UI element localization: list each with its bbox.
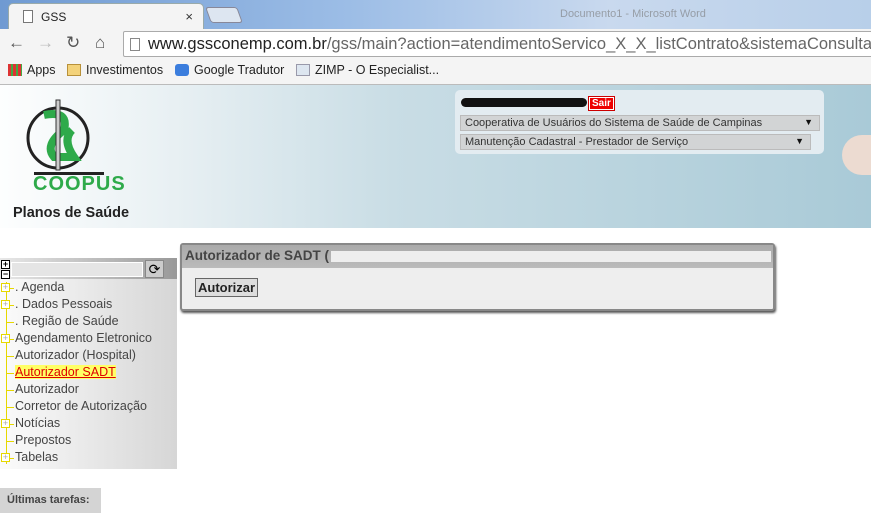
tree-connector bbox=[6, 373, 14, 374]
panel-title: Autorizador de SADT () bbox=[182, 245, 773, 268]
sidebar-item[interactable]: Autorizador bbox=[6, 382, 79, 396]
browser-tab-bar: GSS × Documento1 - Microsoft Word bbox=[0, 0, 871, 29]
browser-tab[interactable]: GSS × bbox=[8, 3, 204, 29]
google-translate-icon bbox=[175, 64, 189, 76]
redacted-username bbox=[461, 98, 587, 107]
address-bar[interactable]: www.gssconemp.com.br/gss/main?action=ate… bbox=[123, 31, 871, 57]
url-path: /gss/main?action=atendimentoServico_X_X_… bbox=[326, 35, 871, 53]
brand-name: COOPUS bbox=[33, 173, 126, 195]
tab-title: GSS bbox=[41, 10, 67, 24]
expand-icon[interactable]: + bbox=[1, 453, 10, 462]
background-window-title: Documento1 - Microsoft Word bbox=[560, 8, 706, 20]
sidebar-menu: + − ⟳ + . Agenda + . Dados Pessoais . Região… bbox=[0, 258, 177, 469]
logout-button[interactable]: Sair bbox=[588, 96, 615, 111]
refresh-icon[interactable]: ⟳ bbox=[145, 260, 164, 278]
cooperativa-value: Cooperativa de Usuários do Sistema de Sa… bbox=[465, 117, 763, 129]
autorizar-button[interactable]: Autorizar bbox=[195, 278, 259, 297]
bookmark-zimp[interactable]: ZIMP - O Especialist... bbox=[296, 63, 439, 77]
tagline: Planos de Saúde bbox=[13, 205, 130, 221]
modulo-select[interactable]: Manutenção Cadastral - Prestador de Serv… bbox=[460, 134, 811, 150]
bookmark-label: Google Tradutor bbox=[194, 63, 285, 77]
folder-icon bbox=[67, 64, 81, 76]
bookmark-label: ZIMP - O Especialist... bbox=[315, 63, 440, 77]
sidebar-item-label: Agendamento Eletronico bbox=[15, 331, 152, 345]
bookmarks-bar: Apps Investimentos Google Tradutor ZIMP … bbox=[0, 59, 871, 85]
tree-connector bbox=[6, 390, 14, 391]
bookmark-label: Investimentos bbox=[86, 63, 164, 77]
sidebar-item-label: Tabelas bbox=[15, 450, 59, 464]
sidebar-item-label: . Região de Saúde bbox=[15, 314, 119, 328]
sidebar-item[interactable]: + Agendamento Eletronico bbox=[1, 331, 152, 345]
bookmark-google-tradutor[interactable]: Google Tradutor bbox=[175, 63, 284, 77]
expand-icon[interactable]: + bbox=[1, 283, 10, 292]
sidebar-item-label: Corretor de Autorização bbox=[15, 399, 148, 413]
dropdown-arrow-icon: ▼ bbox=[795, 136, 804, 146]
close-tab-icon[interactable]: × bbox=[185, 9, 193, 24]
expand-all-icon[interactable]: + bbox=[1, 260, 10, 269]
bookmark-label: Apps bbox=[27, 63, 56, 77]
collapse-all-icon[interactable]: − bbox=[1, 270, 10, 279]
panel-title-text: Autorizador de SADT bbox=[185, 248, 321, 263]
cooperativa-select[interactable]: Cooperativa de Usuários do Sistema de Sa… bbox=[460, 115, 820, 131]
expand-icon[interactable]: + bbox=[1, 300, 10, 309]
sidebar-item-label: . Agenda bbox=[15, 280, 65, 294]
reload-icon[interactable]: ↻ bbox=[66, 33, 80, 53]
redacted-provider-name bbox=[331, 250, 772, 262]
sidebar-item[interactable]: . Região de Saúde bbox=[6, 314, 119, 328]
sidebar-toolbar: + − ⟳ bbox=[0, 258, 177, 279]
sidebar-item[interactable]: + . Dados Pessoais bbox=[1, 297, 113, 311]
page-icon bbox=[296, 64, 310, 76]
tree-connector bbox=[6, 322, 14, 323]
dropdown-arrow-icon: ▼ bbox=[804, 117, 813, 127]
autorizador-panel: Autorizador de SADT () Autorizar bbox=[180, 243, 775, 311]
bookmark-apps[interactable]: Apps bbox=[8, 63, 56, 77]
forward-icon[interactable]: → bbox=[37, 33, 54, 53]
bookmark-investimentos[interactable]: Investimentos bbox=[67, 63, 163, 77]
expand-icon[interactable]: + bbox=[1, 419, 10, 428]
page-icon bbox=[130, 38, 140, 51]
sidebar-item-label: . Dados Pessoais bbox=[15, 297, 113, 311]
sidebar-item[interactable]: + . Agenda bbox=[1, 280, 65, 294]
sidebar-item[interactable]: + Tabelas bbox=[1, 450, 59, 464]
hand-image bbox=[842, 135, 871, 175]
sidebar-item[interactable]: Autorizador (Hospital) bbox=[6, 348, 136, 362]
user-box: Sair Cooperativa de Usuários do Sistema … bbox=[455, 90, 824, 154]
browser-toolbar: ← → ↻ ⌂ www.gssconemp.com.br/gss/main?ac… bbox=[0, 29, 871, 59]
url-host: www.gssconemp.com.br bbox=[148, 35, 327, 53]
sidebar-item-label: Autorizador (Hospital) bbox=[15, 348, 136, 362]
coopus-logo bbox=[26, 99, 104, 175]
sidebar-item[interactable]: Prepostos bbox=[6, 433, 72, 447]
last-tasks-label: Últimas tarefas: bbox=[0, 488, 101, 513]
menu-search-input[interactable] bbox=[11, 262, 143, 277]
sidebar-item-label: Autorizador SADT bbox=[15, 365, 116, 379]
site-header: COOPUS Planos de Saúde Sair Cooperativa … bbox=[0, 85, 871, 228]
apps-grid-icon bbox=[8, 64, 22, 76]
expand-icon[interactable]: + bbox=[1, 334, 10, 343]
sidebar-item-label: Notícias bbox=[15, 416, 61, 430]
back-icon[interactable]: ← bbox=[8, 33, 25, 53]
new-tab-button[interactable] bbox=[205, 7, 243, 23]
home-icon[interactable]: ⌂ bbox=[95, 33, 105, 53]
paren-open: ( bbox=[324, 248, 330, 263]
sidebar-item[interactable]: Corretor de Autorização bbox=[6, 399, 148, 413]
sidebar-item-label: Autorizador bbox=[15, 382, 79, 396]
page-icon bbox=[23, 10, 33, 23]
sidebar-item-label: Prepostos bbox=[15, 433, 72, 447]
sidebar-item[interactable]: Autorizador SADT bbox=[6, 365, 116, 379]
modulo-value: Manutenção Cadastral - Prestador de Serv… bbox=[465, 136, 689, 148]
tree-connector bbox=[6, 441, 14, 442]
tree-connector bbox=[6, 356, 14, 357]
tree-connector bbox=[6, 407, 14, 408]
sidebar-item[interactable]: + Notícias bbox=[1, 416, 61, 430]
